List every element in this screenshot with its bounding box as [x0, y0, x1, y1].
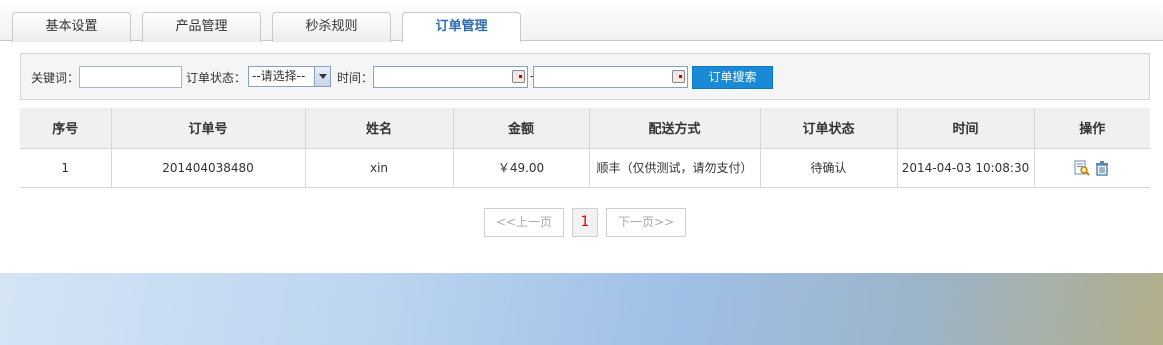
col-time: 时间: [897, 108, 1035, 149]
col-index: 序号: [20, 108, 112, 149]
order-table: 序号 订单号 姓名 金额 配送方式 订单状态 时间 操作 1 201404038…: [20, 108, 1150, 188]
chevron-down-icon[interactable]: [314, 67, 330, 86]
col-delivery: 配送方式: [589, 108, 761, 149]
table-row: 1 201404038480 xin ￥49.00 顺丰（仅供测试，请勿支付） …: [20, 148, 1150, 188]
tab-product-management[interactable]: 产品管理: [142, 12, 261, 42]
cell-time: 2014-04-03 10:08:30: [897, 148, 1035, 188]
tab-flash-sale-rules[interactable]: 秒杀规则: [272, 12, 391, 42]
col-status: 订单状态: [760, 108, 898, 149]
keyword-input[interactable]: [79, 66, 182, 88]
order-search-button[interactable]: 订单搜索: [692, 66, 773, 89]
col-amount: 金额: [453, 108, 590, 149]
table-header-row: 序号 订单号 姓名 金额 配送方式 订单状态 时间 操作: [20, 108, 1150, 149]
date-to-field[interactable]: [533, 66, 688, 88]
calendar-icon[interactable]: [672, 70, 685, 83]
order-status-selected: --请选择--: [252, 69, 306, 83]
order-status-label: 订单状态：: [186, 71, 247, 85]
time-label: 时间：: [337, 71, 374, 85]
cell-name: xin: [305, 148, 454, 188]
search-bar: 关键词： 订单状态： --请选择-- 时间： - 订单搜索: [20, 53, 1150, 100]
col-actions: 操作: [1034, 108, 1150, 149]
cell-status: 待确认: [760, 148, 898, 188]
content-panel: 基本设置 产品管理 秒杀规则 订单管理 关键词： 订单状态： --请选择-- 时…: [0, 0, 1163, 273]
date-from-field[interactable]: [373, 66, 528, 88]
cell-delivery: 顺丰（仅供测试，请勿支付）: [589, 148, 761, 188]
cell-actions: [1034, 148, 1150, 188]
cell-amount: ￥49.00: [453, 148, 590, 188]
order-status-select[interactable]: --请选择--: [248, 66, 331, 87]
prev-page-button[interactable]: <<上一页: [484, 208, 564, 237]
calendar-icon[interactable]: [512, 70, 525, 83]
next-page-button[interactable]: 下一页>>: [606, 208, 686, 237]
cell-index: 1: [20, 148, 112, 188]
view-detail-icon[interactable]: [1074, 160, 1090, 176]
cell-order-no: 201404038480: [111, 148, 306, 188]
current-page[interactable]: 1: [572, 208, 598, 237]
col-order-no: 订单号: [111, 108, 306, 149]
col-name: 姓名: [305, 108, 454, 149]
delete-icon[interactable]: [1094, 160, 1110, 176]
tab-bar: 基本设置 产品管理 秒杀规则 订单管理: [0, 0, 1163, 42]
keyword-label: 关键词：: [31, 71, 80, 85]
tab-basic-settings[interactable]: 基本设置: [12, 12, 131, 42]
tab-order-management[interactable]: 订单管理: [402, 12, 521, 42]
